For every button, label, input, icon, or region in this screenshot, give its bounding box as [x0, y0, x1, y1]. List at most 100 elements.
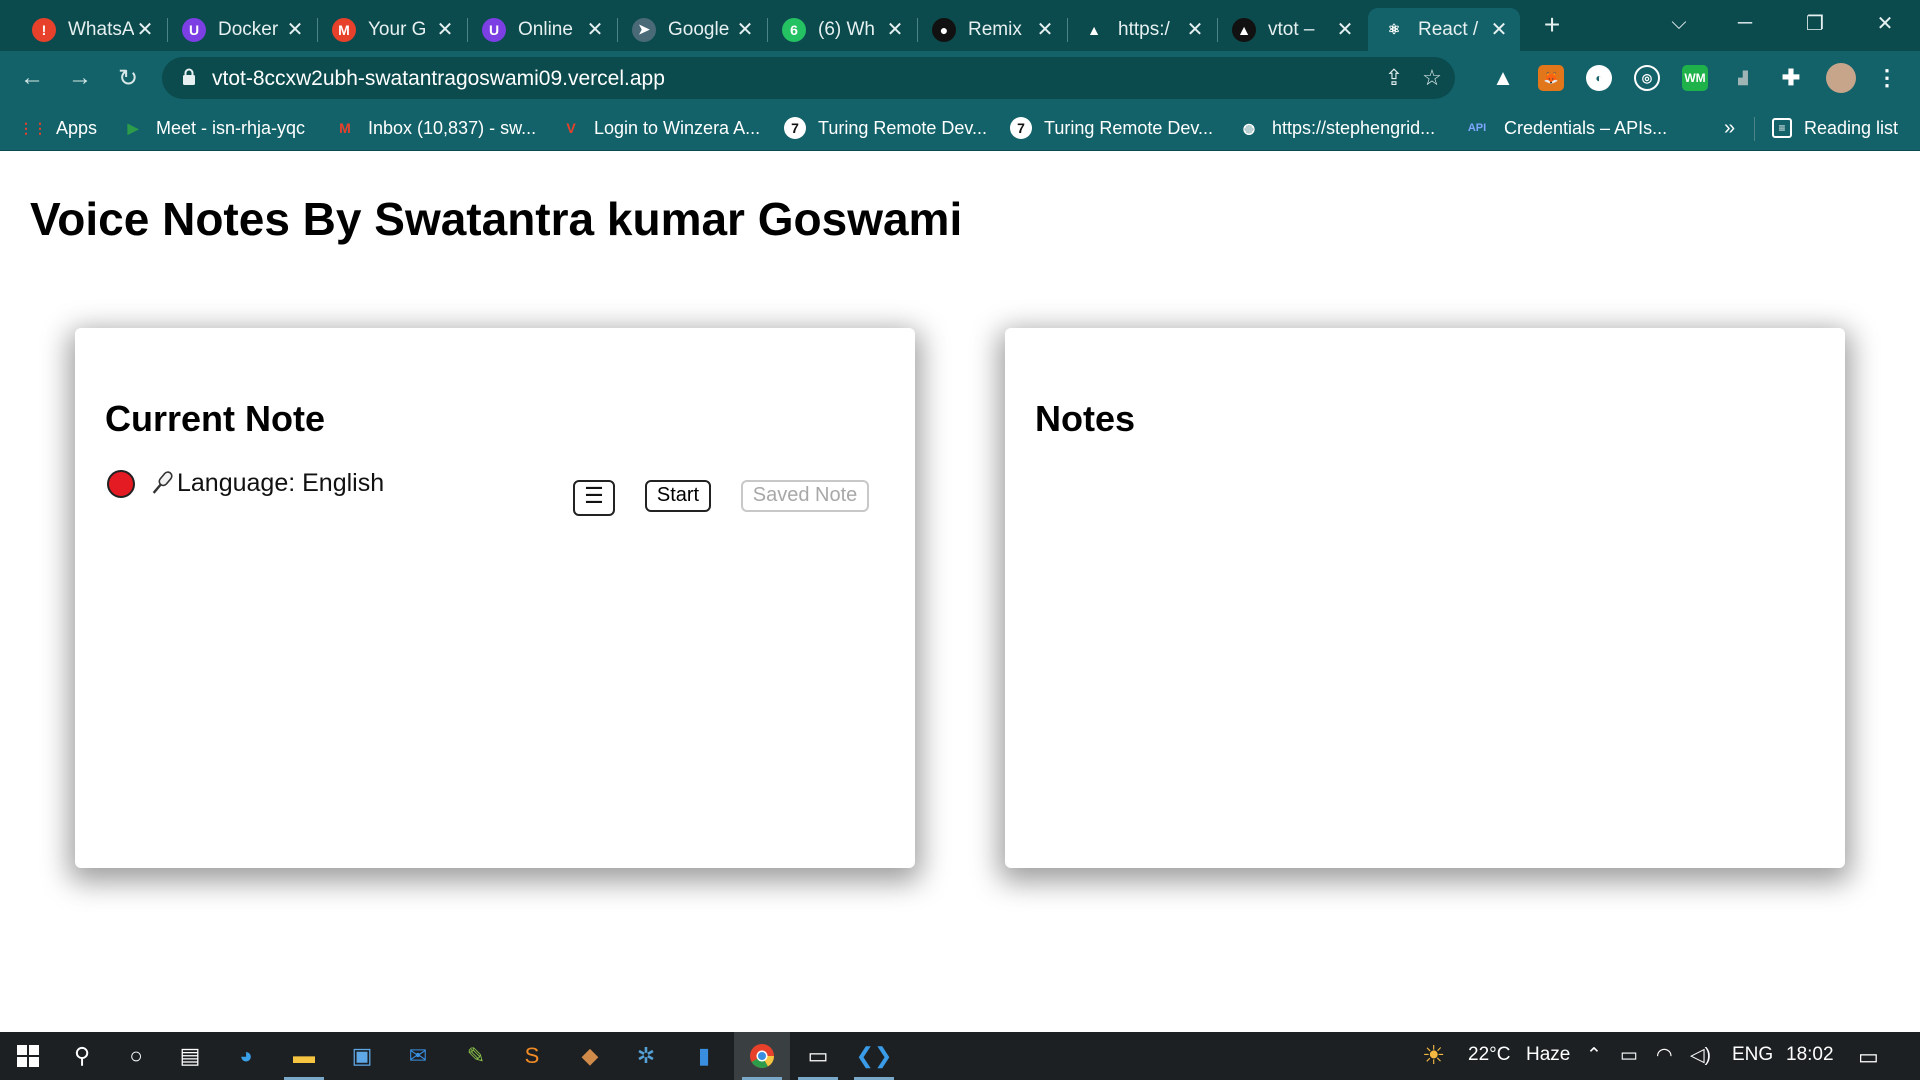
- extension-circle-icon[interactable]: ◐: [1586, 65, 1612, 91]
- browser-tab[interactable]: ▲ https:/ ✕: [1068, 8, 1216, 51]
- extension-target-icon[interactable]: ◎: [1634, 65, 1660, 91]
- terminal-icon[interactable]: ▭: [790, 1032, 846, 1080]
- bookmark-item[interactable]: 7 Turing Remote Dev...: [1010, 114, 1213, 142]
- bookmark-item[interactable]: ⋮⋮ Apps: [19, 114, 97, 142]
- tab-separator: [467, 18, 468, 42]
- store-icon[interactable]: ▣: [334, 1032, 390, 1080]
- share-icon[interactable]: ⇪: [1380, 64, 1408, 92]
- bookmarks-overflow-button[interactable]: »: [1724, 114, 1735, 142]
- browser-tab[interactable]: ▲ vtot – ✕: [1218, 8, 1366, 51]
- weather-icon[interactable]: ☀: [1422, 1040, 1445, 1071]
- star-icon[interactable]: ☆: [1418, 64, 1446, 92]
- address-bar[interactable]: vtot-8ccxw2ubh-swatantragoswami09.vercel…: [162, 57, 1455, 99]
- browser-tab[interactable]: ● Remix ✕: [918, 8, 1066, 51]
- task-view-icon[interactable]: ▤: [162, 1032, 218, 1080]
- chrome-taskbar-icon[interactable]: [734, 1032, 790, 1080]
- bookmark-item[interactable]: V Login to Winzera A...: [560, 114, 760, 142]
- reload-icon[interactable]: ↻: [110, 60, 146, 96]
- browser-tab[interactable]: U Online ✕: [468, 8, 616, 51]
- extensions-puzzle-icon[interactable]: ✚: [1778, 65, 1804, 91]
- minimize-icon[interactable]: ─: [1712, 0, 1778, 46]
- tab-close-icon[interactable]: ✕: [1034, 17, 1056, 42]
- volume-icon[interactable]: ◁): [1690, 1044, 1711, 1067]
- gmail-icon: M: [339, 120, 351, 136]
- bookmark-item[interactable]: ◍ https://stephengrid...: [1238, 114, 1435, 142]
- bookmark-item[interactable]: API Credentials – APIs...: [1462, 114, 1667, 142]
- search-icon[interactable]: ⚲: [54, 1032, 110, 1080]
- tab-close-icon[interactable]: ✕: [1334, 17, 1356, 42]
- u-icon: U: [482, 17, 506, 42]
- tab-close-icon[interactable]: ✕: [434, 17, 456, 42]
- tab-close-icon[interactable]: ✕: [884, 17, 906, 42]
- clock-time[interactable]: 18:02: [1786, 1044, 1834, 1066]
- url-text: vtot-8ccxw2ubh-swatantragoswami09.vercel…: [212, 67, 665, 90]
- browser-tab[interactable]: 6 (6) Wh ✕: [768, 8, 916, 51]
- mail-icon[interactable]: ✉: [390, 1032, 446, 1080]
- battery-icon[interactable]: ▭: [1620, 1044, 1638, 1067]
- bookmark-label: Turing Remote Dev...: [818, 117, 988, 138]
- back-icon[interactable]: ←: [14, 60, 50, 96]
- cortana-icon[interactable]: ○: [108, 1032, 164, 1080]
- sublime-text-icon[interactable]: S: [504, 1032, 560, 1080]
- tab-close-icon[interactable]: ✕: [734, 17, 756, 42]
- bookmark-label: https://stephengrid...: [1272, 117, 1436, 138]
- tab-separator: [317, 18, 318, 42]
- menu-button[interactable]: ☰: [573, 480, 615, 516]
- extension-triangle-icon[interactable]: ▲: [1490, 65, 1516, 91]
- profile-avatar[interactable]: [1826, 63, 1856, 93]
- wm-extension-icon[interactable]: WM: [1682, 65, 1708, 91]
- network-app-icon[interactable]: ✲: [618, 1032, 674, 1080]
- windows-start-icon[interactable]: [0, 1032, 56, 1080]
- whatsapp-icon: 6: [782, 17, 806, 42]
- package-icon[interactable]: ◆: [562, 1032, 618, 1080]
- sketch-app-icon[interactable]: ✎: [448, 1032, 504, 1080]
- bookmark-item[interactable]: 7 Turing Remote Dev...: [784, 114, 987, 142]
- extension-chart-icon[interactable]: ▟: [1730, 65, 1756, 91]
- tab-close-icon[interactable]: ✕: [1488, 17, 1510, 42]
- tab-close-icon[interactable]: ✕: [134, 17, 156, 42]
- forward-icon[interactable]: →: [62, 60, 98, 96]
- saved-note-button[interactable]: Saved Note: [741, 480, 869, 512]
- bookmark-item[interactable]: M Inbox (10,837) - sw...: [334, 114, 536, 142]
- reading-list-button[interactable]: ≡ Reading list: [1772, 114, 1898, 142]
- microphone-icon: [152, 471, 173, 494]
- browser-tab[interactable]: U Docker ✕: [168, 8, 316, 51]
- edge-icon[interactable]: ◕: [218, 1032, 274, 1080]
- browser-tab[interactable]: ⚛ React / ✕: [1368, 8, 1520, 51]
- restore-icon[interactable]: ❐: [1782, 0, 1848, 46]
- start-button[interactable]: Start: [645, 480, 711, 512]
- tab-close-icon[interactable]: ✕: [1184, 17, 1206, 42]
- triangle-icon: ▲: [1082, 17, 1106, 42]
- gmail-icon: M: [332, 17, 356, 42]
- browser-tab[interactable]: M Your G ✕: [318, 8, 466, 51]
- tab-separator: [1067, 18, 1068, 42]
- browser-tab[interactable]: ➤ Google ✕: [618, 8, 766, 51]
- menu-kebab-icon[interactable]: ⋮: [1874, 65, 1900, 91]
- file-explorer-icon[interactable]: ▬: [276, 1032, 332, 1080]
- weather-desc[interactable]: Haze: [1526, 1044, 1570, 1066]
- tab-close-icon[interactable]: ✕: [284, 17, 306, 42]
- browser-tab[interactable]: ! WhatsApp✕: [18, 8, 166, 51]
- remix-icon: ●: [932, 17, 956, 42]
- notes-card: Notes: [1005, 328, 1845, 868]
- vscode-icon[interactable]: ❮❯: [846, 1032, 902, 1080]
- bookmark-label: Login to Winzera A...: [594, 117, 761, 138]
- bookmark-item[interactable]: ▶ Meet - isn-rhja-yqc: [122, 114, 305, 142]
- page-content: Voice Notes By Swatantra kumar Goswami C…: [0, 152, 1920, 1032]
- phone-app-icon[interactable]: ▮: [676, 1032, 732, 1080]
- notifications-icon[interactable]: ▭: [1858, 1044, 1879, 1070]
- language-label: Language: English: [177, 469, 385, 497]
- tab-close-icon[interactable]: ✕: [584, 17, 606, 42]
- page-title: Voice Notes By Swatantra kumar Goswami: [30, 193, 963, 245]
- new-tab-button[interactable]: +: [1534, 8, 1570, 44]
- weather-temp[interactable]: 22°C: [1468, 1044, 1510, 1066]
- tray-chevron-icon[interactable]: ⌃: [1586, 1044, 1602, 1067]
- tab-search-icon[interactable]: ⌵: [1646, 0, 1712, 46]
- tab-separator: [1217, 18, 1218, 42]
- input-language[interactable]: ENG: [1732, 1044, 1773, 1066]
- metamask-icon[interactable]: 🦊: [1538, 65, 1564, 91]
- divider: [1754, 117, 1755, 141]
- wifi-icon[interactable]: ◠: [1656, 1044, 1673, 1067]
- close-window-icon[interactable]: ✕: [1852, 0, 1918, 46]
- send-icon: ➤: [632, 17, 656, 42]
